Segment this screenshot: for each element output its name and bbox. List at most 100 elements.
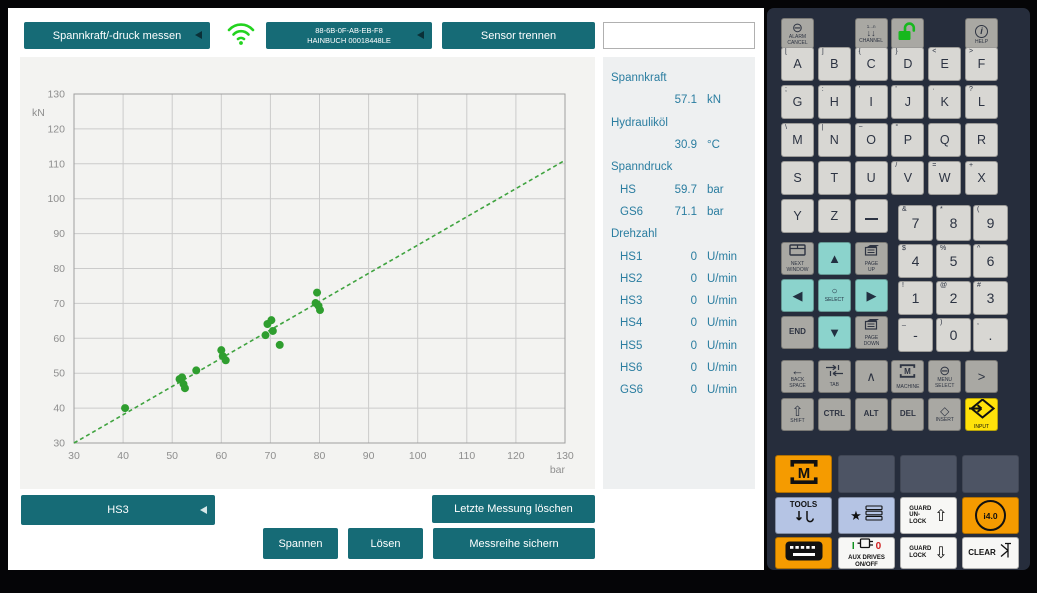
key-tab[interactable]: TAB <box>818 360 851 393</box>
key-letter-a[interactable]: [A <box>781 47 814 81</box>
delete-last-measurement-button[interactable]: Letzte Messung löschen <box>432 495 595 523</box>
key-next-window[interactable]: NEXT WINDOW <box>781 242 814 275</box>
readout-row: 57.1kN <box>603 89 755 111</box>
key-digit-0[interactable]: )0 <box>936 318 971 352</box>
device-dropdown[interactable]: 88-6B-0F-AB-EB-F8 HAINBUCH 00018448LE <box>266 22 432 49</box>
key-letter-u[interactable]: U <box>855 161 888 195</box>
key-digit-2[interactable]: @2 <box>936 281 971 315</box>
key-digit-6[interactable]: ^6 <box>973 244 1008 278</box>
key-shift[interactable]: ⇧SHIFT <box>781 398 814 431</box>
key-digit-7[interactable]: &7 <box>898 205 933 241</box>
key-softkey-blank-1[interactable] <box>838 455 895 493</box>
key-digit-8[interactable]: *8 <box>936 205 971 241</box>
key-favorites[interactable]: ★ <box>838 497 895 534</box>
key-input[interactable]: INPUT <box>965 398 998 431</box>
key-page-up[interactable]: PAGE UP <box>855 242 888 275</box>
svg-text:kN: kN <box>32 107 45 119</box>
key-clear[interactable]: CLEAR <box>962 537 1019 569</box>
key-letter-m[interactable]: \M <box>781 123 814 157</box>
key-shift-glyph: ) <box>940 319 942 327</box>
key-guard-unlock[interactable]: GUARD UN- LOCK⇧ <box>900 497 957 534</box>
key-softkey-blank-2[interactable] <box>900 455 957 493</box>
key-del[interactable]: DEL <box>891 398 924 431</box>
key-letter-l[interactable]: ?L <box>965 85 998 119</box>
value-input[interactable] <box>603 22 755 49</box>
key-letter-w[interactable]: =W <box>928 161 961 195</box>
key-alarm-cancel[interactable]: ⊖ALARM CANCEL <box>781 18 814 49</box>
key-guard-lock[interactable]: GUARD LOCK⇩ <box>900 537 957 569</box>
save-series-button[interactable]: Messreihe sichern <box>433 528 595 559</box>
key-digit-5[interactable]: %5 <box>936 244 971 278</box>
key-glyph: Y <box>793 210 801 223</box>
key-digit-1[interactable]: !1 <box>898 281 933 315</box>
key-aux-drives[interactable]: I0AUX DRIVES ON/OFF <box>838 537 895 569</box>
key-letter-q[interactable]: Q <box>928 123 961 157</box>
key-greater[interactable]: > <box>965 360 998 393</box>
key-letter-d[interactable]: }D <box>891 47 924 81</box>
key-letter-g[interactable]: ;G <box>781 85 814 119</box>
mode-dropdown[interactable]: Spannkraft/-druck messen <box>24 22 210 49</box>
key-letter-j[interactable]: 'J <box>891 85 924 119</box>
key-digit-4[interactable]: $4 <box>898 244 933 278</box>
key-letter-i[interactable]: 'I <box>855 85 888 119</box>
key-glyph: P <box>904 134 912 147</box>
key-letter-r[interactable]: R <box>965 123 998 157</box>
key-letter-h[interactable]: :H <box>818 85 851 119</box>
key-digit-.[interactable]: ,. <box>973 318 1008 352</box>
key-tools[interactable]: TOOLS <box>775 497 832 534</box>
key-letter-o[interactable]: ~O <box>855 123 888 157</box>
key-digit-9[interactable]: (9 <box>973 205 1008 241</box>
key-label: DEL <box>900 410 916 419</box>
key-key-unlock[interactable] <box>891 18 924 49</box>
key-help[interactable]: iHELP <box>965 18 998 49</box>
sensor-disconnect-button[interactable]: Sensor trennen <box>442 22 595 49</box>
key-letter-e[interactable]: <E <box>928 47 961 81</box>
readout-value: 0 <box>650 384 697 396</box>
sensor-disconnect-label: Sensor trennen <box>481 30 556 42</box>
key-digit-3[interactable]: #3 <box>973 281 1008 315</box>
key-caret[interactable]: ∧ <box>855 360 888 393</box>
key-cursor-down[interactable]: ▼ <box>818 316 851 349</box>
key-alt[interactable]: ALT <box>855 398 888 431</box>
key-digit--[interactable]: _- <box>898 318 933 352</box>
key-letter-s[interactable]: S <box>781 161 814 195</box>
key-letter-x[interactable]: +X <box>965 161 998 195</box>
key-shift-glyph: ~ <box>859 124 863 132</box>
key-letter-t[interactable]: T <box>818 161 851 195</box>
clamp-button[interactable]: Spannen <box>263 528 338 559</box>
key-ctrl[interactable]: CTRL <box>818 398 851 431</box>
svg-text:130: 130 <box>47 89 65 101</box>
key-page-down[interactable]: PAGE DOWN <box>855 316 888 349</box>
key-letter-p[interactable]: °P <box>891 123 924 157</box>
key-letter-b[interactable]: ]B <box>818 47 851 81</box>
key-letter-f[interactable]: >F <box>965 47 998 81</box>
key-machine-softkey[interactable]: M <box>775 455 832 493</box>
key-cursor-left[interactable]: ◀ <box>781 279 814 312</box>
key-softkey-blank-3[interactable] <box>962 455 1019 493</box>
key-glyph: Z <box>830 210 838 223</box>
device-mac: 88-6B-0F-AB-EB-F8 <box>315 26 383 35</box>
key-letter-n[interactable]: |N <box>818 123 851 157</box>
channel-dropdown[interactable]: HS3 <box>21 495 215 525</box>
key-cursor-up[interactable]: ▲ <box>818 242 851 275</box>
key-backspace[interactable]: ←BACK SPACE <box>781 360 814 393</box>
key-end[interactable]: END <box>781 316 814 349</box>
key-letter-space[interactable] <box>855 199 888 233</box>
key-letter-k[interactable]: ·K <box>928 85 961 119</box>
key-letter-z[interactable]: Z <box>818 199 851 233</box>
key-insert[interactable]: ◇INSERT <box>928 398 961 431</box>
key-menu-select[interactable]: ⊖MENU SELECT <box>928 360 961 393</box>
svg-text:30: 30 <box>68 450 80 462</box>
key-shift-glyph: | <box>822 124 824 132</box>
key-letter-c[interactable]: {C <box>855 47 888 81</box>
release-button[interactable]: Lösen <box>348 528 423 559</box>
key-virtual-keyboard[interactable] <box>775 537 832 569</box>
key-cursor-right[interactable]: ▶ <box>855 279 888 312</box>
key-select[interactable]: ○SELECT <box>818 279 851 312</box>
key-channel[interactable]: 1...n↓↓CHANNEL <box>855 18 888 49</box>
key-letter-y[interactable]: Y <box>781 199 814 233</box>
key-machine[interactable]: MMACHINE <box>891 360 924 393</box>
readout-section-label: Drehzahl <box>603 223 755 245</box>
key-letter-v[interactable]: /V <box>891 161 924 195</box>
key-i40[interactable]: i4.0 <box>962 497 1019 534</box>
